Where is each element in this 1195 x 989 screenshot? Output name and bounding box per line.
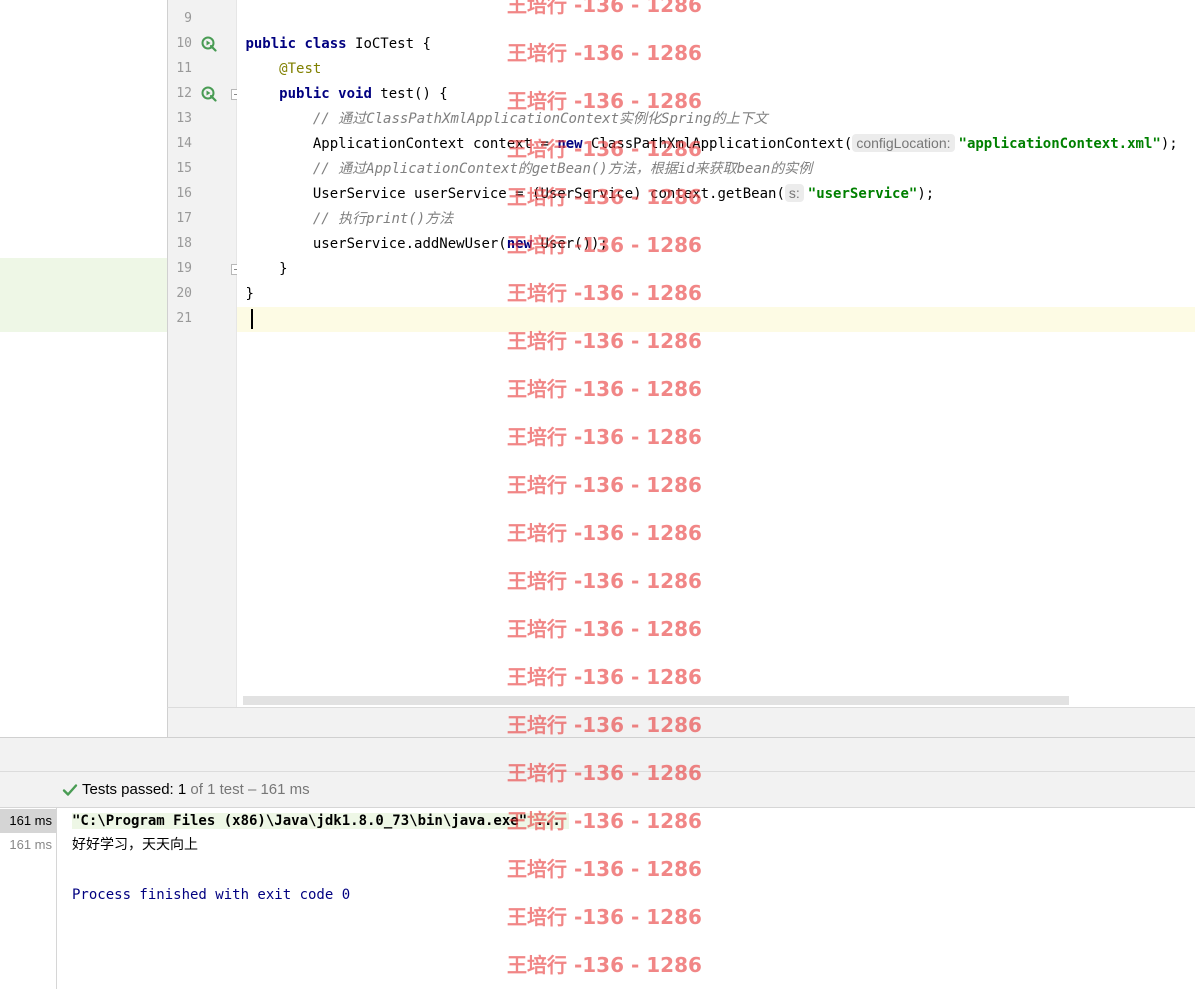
- line-number: 16: [176, 186, 192, 201]
- code-line[interactable]: UserService userService = (UserService) …: [237, 182, 1195, 207]
- test-tree-row[interactable]: 161 ms: [0, 833, 56, 857]
- code-line[interactable]: @Test: [237, 57, 1195, 82]
- line-number: 15: [176, 161, 192, 176]
- code-token: ApplicationContext context =: [245, 136, 558, 152]
- console-command-line[interactable]: "C:\Program Files (x86)\Java\jdk1.8.0_73…: [72, 813, 569, 829]
- code-token: }: [245, 286, 254, 302]
- code-token: ClassPathXmlApplicationContext(: [582, 136, 853, 152]
- code-token: test() {: [371, 86, 448, 102]
- check-icon: [62, 784, 78, 796]
- code-line[interactable]: }: [237, 257, 1195, 282]
- code-token: new: [557, 136, 583, 152]
- code-token: User());: [532, 236, 608, 252]
- horizontal-scrollbar-thumb[interactable]: [243, 696, 1069, 705]
- test-tree-row[interactable]: 161 ms: [0, 809, 56, 833]
- change-highlight: [0, 258, 167, 332]
- code-line[interactable]: public void test() {: [237, 82, 1195, 107]
- line-number: 17: [176, 211, 192, 226]
- code-token: // 通过ApplicationContext的getBean()方法，根据id…: [312, 161, 813, 177]
- code-token: IoCTest {: [346, 36, 431, 52]
- code-token: public class: [245, 36, 347, 52]
- line-number: 13: [176, 111, 192, 126]
- code-line[interactable]: [237, 307, 1195, 332]
- parameter-hint: configLocation:: [852, 134, 955, 152]
- code-line[interactable]: ApplicationContext context = new ClassPa…: [237, 132, 1195, 157]
- console-output-line: 好好学习，天天向上: [72, 837, 198, 853]
- line-number: 21: [176, 311, 192, 326]
- line-number: 12: [176, 86, 192, 101]
- line-number: 10: [176, 36, 192, 51]
- test-tree: 161 ms 161 ms: [0, 808, 57, 989]
- code-token: // 执行print()方法: [312, 211, 454, 227]
- code-token: "applicationContext.xml": [958, 136, 1161, 152]
- code-token: "userService": [807, 186, 918, 202]
- text-caret: [251, 309, 254, 329]
- line-number: 14: [176, 136, 192, 151]
- code-token: @Test: [279, 61, 322, 77]
- run-test-icon[interactable]: [201, 36, 217, 52]
- line-number: 9: [184, 11, 192, 26]
- code-token: );: [1160, 136, 1178, 152]
- test-status-text: Tests passed: 1 of 1 test – 161 ms: [82, 781, 310, 798]
- code-editor[interactable]: public class IoCTest { @Test public void…: [237, 0, 1195, 707]
- code-line[interactable]: // 执行print()方法: [237, 207, 1195, 232]
- code-token: );: [917, 186, 935, 202]
- code-line[interactable]: public class IoCTest {: [237, 32, 1195, 57]
- run-test-icon[interactable]: [201, 86, 217, 102]
- code-line[interactable]: userService.addNewUser(new User());: [237, 232, 1195, 257]
- line-number: 11: [176, 61, 192, 76]
- run-panel-header: [0, 737, 1195, 772]
- tests-status-label: Tests passed:: [82, 781, 174, 798]
- code-line[interactable]: }: [237, 282, 1195, 307]
- console-exit-line: Process finished with exit code 0: [72, 887, 351, 903]
- code-token: new: [506, 236, 533, 252]
- code-token: // 通过ClassPathXmlApplicationContext实例化Sp…: [312, 111, 768, 127]
- line-number: 18: [176, 236, 192, 251]
- console-output[interactable]: "C:\Program Files (x86)\Java\jdk1.8.0_73…: [57, 808, 1195, 989]
- left-panel-strip: [0, 0, 167, 737]
- test-status-bar: Tests passed: 1 of 1 test – 161 ms: [0, 772, 1195, 808]
- line-number: 20: [176, 286, 192, 301]
- code-token: UserService userService = (UserService) …: [245, 186, 785, 202]
- parameter-hint: s:: [784, 184, 804, 202]
- tests-summary: of 1 test – 161 ms: [190, 781, 310, 798]
- code-line[interactable]: // 通过ApplicationContext的getBean()方法，根据id…: [237, 157, 1195, 182]
- code-token: }: [245, 261, 288, 277]
- code-token: userService.addNewUser(: [245, 236, 507, 252]
- code-line[interactable]: [237, 7, 1195, 32]
- code-token: public void: [279, 86, 372, 102]
- editor-bottom-bar: [167, 707, 1195, 737]
- code-line[interactable]: // 通过ClassPathXmlApplicationContext实例化Sp…: [237, 107, 1195, 132]
- line-number-gutter[interactable]: 9 10 11 12 13 14 15 16 17 18 19 20 21: [167, 0, 242, 707]
- line-number: 19: [176, 261, 192, 276]
- tests-passed-count: 1: [177, 781, 187, 798]
